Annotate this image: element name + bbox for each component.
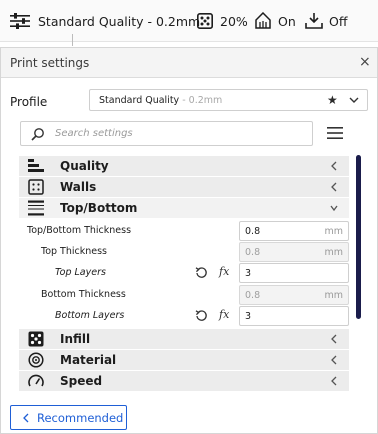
setting-input[interactable]: 0.8 mm (239, 285, 349, 305)
setting-input[interactable]: 3 (239, 306, 349, 326)
setting-label: Top/Bottom Thickness (27, 225, 132, 236)
close-icon[interactable]: × (359, 54, 371, 70)
chevron-down-icon (349, 97, 359, 103)
profile-dropdown-name: Standard Quality (99, 95, 180, 106)
category-speed-label: Speed (60, 374, 103, 388)
support-summary-value: On (278, 13, 296, 29)
reset-icon[interactable] (195, 266, 208, 279)
support-summary[interactable]: On (254, 12, 296, 30)
adhesion-icon (305, 13, 323, 29)
function-fx-icon[interactable]: fx (219, 308, 229, 321)
setting-unit: mm (324, 290, 343, 301)
material-spool-icon (28, 352, 44, 368)
setting-top-thickness-row: Top Thickness 0.8 mm (19, 241, 349, 263)
function-fx-icon[interactable]: fx (219, 265, 229, 278)
setting-bottom-thickness-row: Bottom Thickness 0.8 mm (19, 284, 349, 306)
settings-scrollbar[interactable] (356, 155, 361, 319)
profile-dropdown[interactable]: Standard Quality - 0.2mm ★ (89, 89, 368, 111)
recommended-button-label: Recommended (37, 411, 124, 425)
profile-label: Profile (10, 95, 48, 109)
adhesion-summary[interactable]: Off (305, 12, 347, 30)
chevron-left-icon (331, 334, 337, 344)
setting-label: Bottom Thickness (41, 289, 126, 300)
adhesion-summary-value: Off (329, 13, 348, 29)
search-icon (31, 128, 44, 141)
setting-label: Top Thickness (41, 246, 108, 257)
setting-value: 3 (245, 268, 252, 279)
setting-label: Top Layers (55, 267, 106, 278)
search-settings-field[interactable]: Search settings (20, 121, 313, 146)
sliders-icon (10, 13, 30, 29)
setting-top-layers-row: Top Layers fx 3 (19, 262, 349, 284)
infill-category-icon (28, 331, 44, 347)
chevron-left-icon (23, 413, 29, 423)
favorite-star-icon[interactable]: ★ (327, 93, 338, 107)
infill-icon (197, 13, 213, 29)
support-icon (255, 12, 271, 29)
profile-summary[interactable]: Standard Quality - 0.2mm (10, 12, 200, 30)
infill-summary[interactable]: 20% (197, 12, 248, 30)
profile-dropdown-suffix: - 0.2mm (179, 95, 223, 106)
infill-summary-value: 20% (220, 13, 248, 29)
profile-summary-label: Standard Quality - 0.2mm (38, 13, 201, 29)
recommended-button[interactable]: Recommended (10, 405, 127, 430)
setting-input[interactable]: 3 (239, 263, 349, 283)
setting-value: 0.8 (245, 247, 261, 258)
profile-dropdown-value: Standard Quality - 0.2mm (99, 95, 222, 106)
speed-gauge-icon (28, 374, 44, 387)
settings-rows: Top/Bottom Thickness 0.8 mm Top Thicknes… (19, 156, 349, 396)
panel-titlebar: Print settings × (1, 48, 377, 78)
reset-icon[interactable] (195, 309, 208, 322)
setting-input[interactable]: 0.8 mm (239, 221, 349, 241)
panel-title: Print settings (10, 56, 90, 70)
category-material-label: Material (60, 353, 117, 367)
category-infill-label: Infill (60, 332, 91, 346)
setting-value: 3 (245, 311, 252, 322)
header-divider (72, 34, 73, 46)
setting-top-bottom-thickness-row: Top/Bottom Thickness 0.8 mm (19, 220, 349, 242)
chevron-left-icon (331, 355, 337, 365)
settings-visibility-menu-icon[interactable] (327, 125, 343, 141)
setting-unit: mm (324, 226, 343, 237)
setting-input[interactable]: 0.8 mm (239, 242, 349, 262)
category-material[interactable]: Material (19, 350, 349, 370)
setting-label: Bottom Layers (55, 310, 125, 321)
print-settings-panel: Print settings × Profile Standard Qualit… (0, 47, 378, 434)
category-infill[interactable]: Infill (19, 329, 349, 349)
category-speed[interactable]: Speed (19, 371, 349, 391)
setting-bottom-layers-row: Bottom Layers fx 3 (19, 305, 349, 327)
search-settings-placeholder: Search settings (55, 128, 133, 139)
setting-unit: mm (324, 247, 343, 258)
setting-value: 0.8 (245, 226, 261, 237)
setting-value: 0.8 (245, 290, 261, 301)
chevron-left-icon (331, 376, 337, 386)
print-settings-header[interactable]: Standard Quality - 0.2mm 20% On Off (0, 0, 378, 46)
